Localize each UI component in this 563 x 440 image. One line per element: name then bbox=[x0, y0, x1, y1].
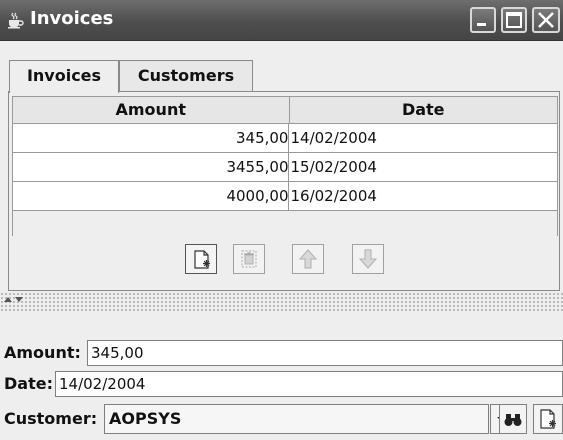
window-titlebar[interactable]: Invoices bbox=[0, 0, 563, 41]
move-down-button[interactable] bbox=[352, 244, 384, 274]
maximize-icon bbox=[506, 12, 522, 28]
table-row[interactable]: 345,00 14/02/2004 bbox=[13, 124, 557, 153]
amount-label: Amount: bbox=[4, 343, 81, 362]
collapse-arrows-icon[interactable] bbox=[3, 295, 27, 305]
tab-customers[interactable]: Customers bbox=[119, 60, 253, 92]
delete-icon bbox=[241, 250, 257, 268]
move-up-button[interactable] bbox=[292, 244, 324, 274]
minimize-icon bbox=[477, 23, 486, 26]
close-button[interactable] bbox=[532, 7, 560, 33]
date-field[interactable]: 14/02/2004 bbox=[55, 371, 563, 397]
table-row[interactable]: 3455,00 15/02/2004 bbox=[13, 153, 557, 182]
cell-amount: 3455,00 bbox=[13, 153, 290, 181]
delete-row-button[interactable] bbox=[233, 244, 265, 274]
java-cup-icon bbox=[6, 11, 24, 29]
cell-amount: 4000,00 bbox=[13, 182, 290, 210]
cell-date: 14/02/2004 bbox=[290, 129, 377, 147]
column-header-date[interactable]: Date bbox=[290, 97, 558, 123]
invoices-table[interactable]: Amount Date 345,00 14/02/2004 3455,00 15… bbox=[12, 96, 558, 241]
move-down-icon bbox=[358, 249, 378, 269]
new-document-icon bbox=[194, 250, 210, 269]
date-label: Date: bbox=[4, 374, 53, 393]
maximize-button[interactable] bbox=[501, 7, 527, 33]
close-icon bbox=[538, 12, 554, 28]
cell-date: 15/02/2004 bbox=[290, 158, 377, 176]
table-header: Amount Date bbox=[13, 97, 557, 124]
binoculars-search-icon bbox=[504, 414, 522, 426]
new-customer-button[interactable] bbox=[533, 404, 563, 434]
customer-label: Customer: bbox=[4, 409, 98, 428]
minimize-button[interactable] bbox=[470, 7, 496, 33]
column-header-amount[interactable]: Amount bbox=[13, 97, 290, 123]
table-empty-area bbox=[13, 211, 557, 241]
invoices-tab-panel: Amount Date 345,00 14/02/2004 3455,00 15… bbox=[8, 91, 560, 291]
new-document-icon bbox=[540, 409, 556, 429]
table-row[interactable]: 4000,00 16/02/2004 bbox=[13, 182, 557, 211]
search-customer-button[interactable] bbox=[499, 404, 527, 434]
customer-combobox[interactable]: AOPSYS bbox=[104, 404, 489, 434]
window-title: Invoices bbox=[30, 8, 114, 29]
tab-invoices[interactable]: Invoices bbox=[9, 60, 119, 93]
move-up-icon bbox=[298, 249, 318, 269]
cell-date: 16/02/2004 bbox=[290, 187, 377, 205]
amount-field[interactable]: 345,00 bbox=[87, 340, 563, 366]
split-pane-divider[interactable] bbox=[0, 292, 563, 312]
cell-amount: 345,00 bbox=[13, 124, 290, 152]
new-row-button[interactable] bbox=[185, 244, 217, 274]
